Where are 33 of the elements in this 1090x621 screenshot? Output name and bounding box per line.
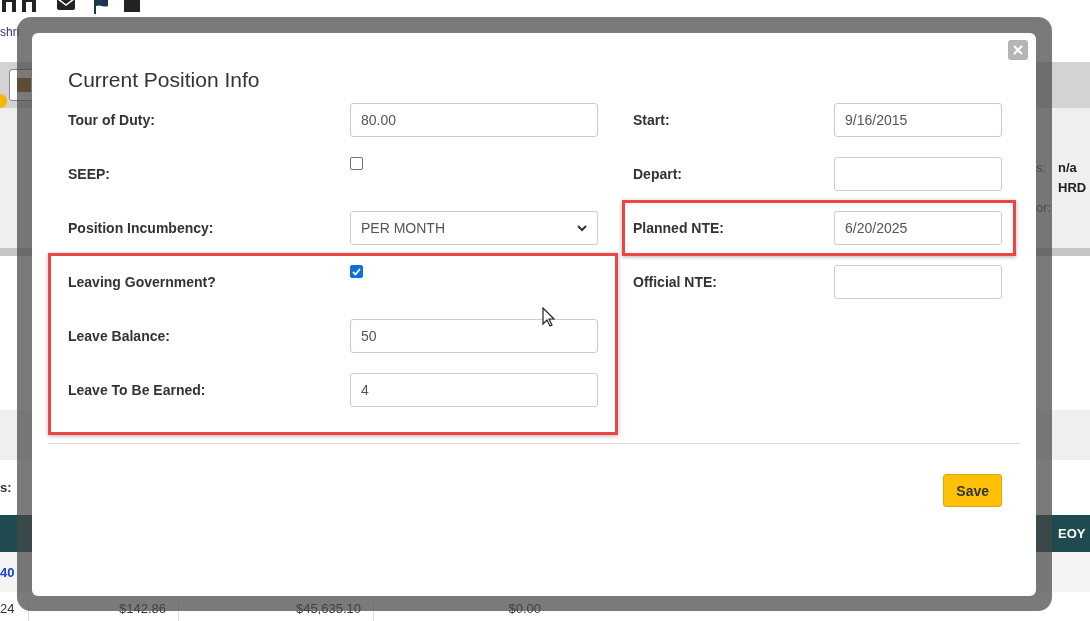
input-field[interactable]: 9/16/2015 [834, 103, 1002, 137]
field-label: Position Incumbency: [68, 220, 215, 236]
document-icon[interactable] [123, 0, 141, 14]
flag-icon[interactable] [92, 0, 110, 14]
field-label: Tour of Duty: [68, 112, 156, 128]
field-label: Planned NTE: [633, 220, 725, 236]
input-field[interactable]: 4 [350, 373, 598, 407]
input-field[interactable] [834, 265, 1002, 299]
close-icon [1013, 45, 1023, 55]
input-field[interactable]: 6/20/2025 [834, 211, 1002, 245]
info-value: n/a [1058, 159, 1077, 177]
column-header: EOY [1058, 526, 1087, 541]
table-link[interactable]: 40 [0, 564, 15, 580]
field-label: Leave Balance: [68, 328, 171, 344]
field-label: Leave To Be Earned: [68, 382, 207, 398]
table-cell-text: 24 [0, 601, 16, 618]
input-field[interactable]: 50 [350, 319, 598, 353]
field-label: Leaving Government? [68, 274, 217, 290]
cursor-icon [542, 307, 556, 327]
field-label: Depart: [633, 166, 683, 182]
input-field[interactable] [834, 157, 1002, 191]
summary-label: s: [0, 480, 12, 495]
field-label: Official NTE: [633, 274, 718, 290]
dialog-title: Current Position Info [68, 67, 261, 93]
field-label: Start: [633, 112, 671, 128]
select-field[interactable]: PER MONTH [350, 211, 598, 245]
chevron-icon [577, 224, 587, 232]
field-label: SEEP: [68, 166, 111, 182]
input-field[interactable]: 80.00 [350, 103, 598, 137]
checkbox[interactable] [350, 157, 363, 170]
checkbox[interactable] [350, 265, 363, 278]
info-value: HRD [1058, 179, 1087, 197]
save-button[interactable]: Save [943, 474, 1002, 507]
